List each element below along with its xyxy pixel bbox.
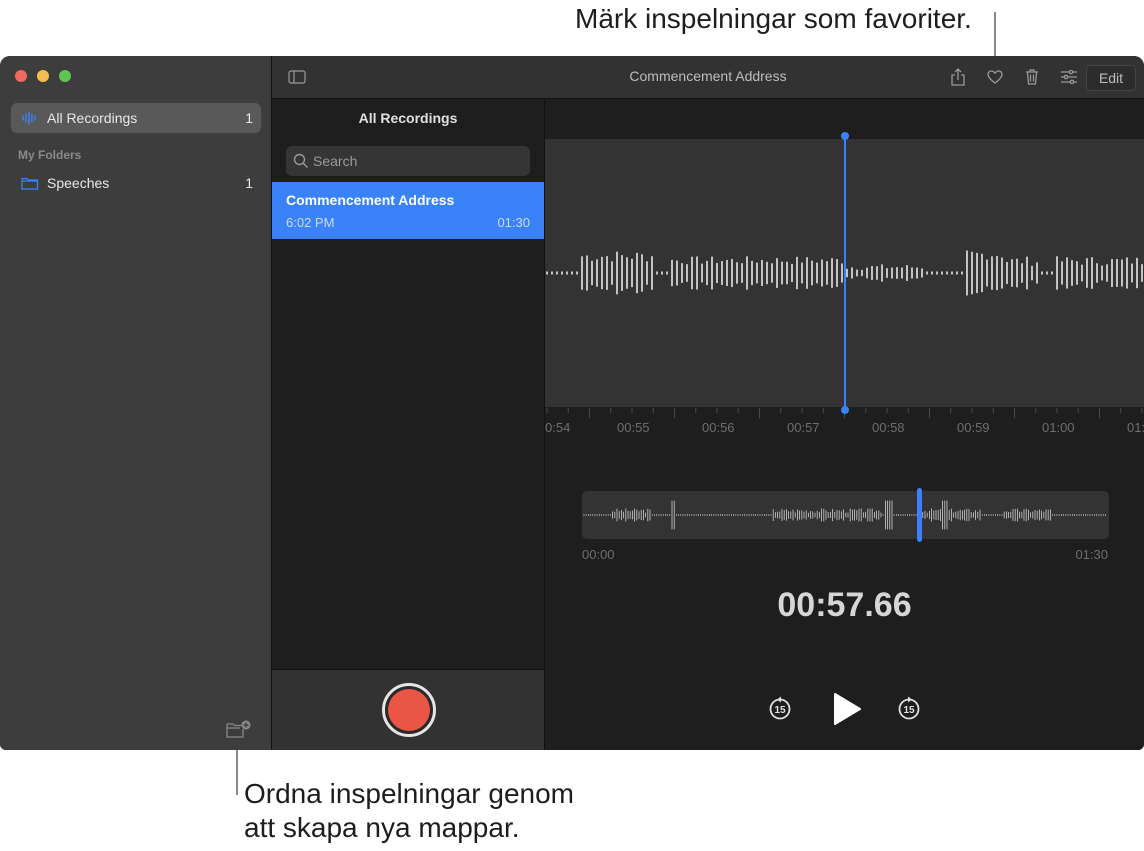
sliders-icon: [1061, 70, 1077, 84]
recordings-list: All Recordings Search Commencement Addre…: [272, 99, 545, 750]
search-icon: [293, 153, 308, 168]
sidebar-item-speeches[interactable]: Speeches 1: [11, 168, 261, 198]
tick-label: 00:57: [787, 420, 820, 435]
recording-name: Commencement Address: [286, 192, 455, 208]
svg-text:15: 15: [774, 705, 786, 716]
tick-label: 00:59: [957, 420, 990, 435]
list-title: All Recordings: [358, 110, 458, 126]
tick-label: 00:56: [702, 420, 735, 435]
my-folders-header: My Folders: [18, 148, 82, 162]
search-field[interactable]: Search: [286, 146, 530, 176]
callout-folders-line1: Ordna inspelningar genom: [244, 778, 574, 809]
callout-favorites: Märk inspelningar som favoriter.: [575, 3, 972, 34]
playhead-top-handle[interactable]: [841, 132, 849, 140]
record-footer: [272, 669, 544, 750]
overview-scrubber[interactable]: [582, 488, 1109, 542]
overview-start-time: 00:00: [582, 547, 615, 562]
toolbar: Commencement Address Edit: [272, 56, 1144, 99]
recording-time: 6:02 PM: [286, 215, 335, 230]
waveform-icon: [21, 111, 39, 125]
sidebar-item-all-recordings[interactable]: All Recordings 1: [11, 103, 261, 133]
overview-end-time: 01:30: [1075, 547, 1108, 562]
favorite-button[interactable]: [984, 66, 1006, 88]
share-button[interactable]: [947, 66, 969, 88]
tick-label: 00:58: [872, 420, 905, 435]
sidebar-item-count: 1: [245, 175, 253, 191]
overview-waveform: [583, 500, 1106, 530]
trash-icon: [1026, 69, 1038, 85]
tick-label: 00:55: [617, 420, 650, 435]
sidebar-item-label: All Recordings: [47, 110, 138, 126]
recording-row[interactable]: Commencement Address 6:02 PM 01:30: [272, 182, 544, 239]
play-icon: [834, 693, 861, 725]
svg-text:15: 15: [903, 705, 915, 716]
record-button[interactable]: [382, 683, 436, 737]
recording-detail: 0:54 00:55 00:56 00:57 00:58 00:59 01:00…: [545, 99, 1144, 750]
playhead-bottom-handle[interactable]: [841, 406, 849, 414]
sidebar-item-count: 1: [245, 110, 253, 126]
delete-button[interactable]: [1021, 66, 1043, 88]
folder-icon: [21, 176, 39, 190]
record-icon: [388, 689, 430, 731]
play-button[interactable]: [830, 691, 864, 727]
window-title: Commencement Address: [629, 68, 787, 84]
close-button[interactable]: [15, 70, 27, 82]
current-time: 00:57.66: [777, 586, 912, 624]
skip-back-15-icon: 15: [769, 696, 791, 720]
new-folder-icon: [226, 720, 251, 738]
skip-forward-button[interactable]: 15: [896, 696, 922, 722]
tick-label: 01:: [1127, 420, 1144, 435]
tick-label: 0:54: [545, 420, 571, 435]
voice-memos-window: All Recordings 1 My Folders Speeches 1 C…: [0, 56, 1144, 750]
search-placeholder: Search: [313, 153, 358, 169]
callout-folders-line2: att skapa nya mappar.: [244, 812, 520, 843]
skip-forward-15-icon: 15: [898, 696, 920, 720]
recording-duration: 01:30: [497, 215, 530, 230]
zoom-button[interactable]: [59, 70, 71, 82]
settings-button[interactable]: [1058, 66, 1080, 88]
edit-button[interactable]: Edit: [1086, 65, 1136, 91]
share-icon: [951, 68, 965, 86]
heart-icon: [987, 70, 1003, 84]
skip-back-button[interactable]: 15: [767, 696, 793, 722]
sidebar: All Recordings 1 My Folders Speeches 1: [0, 56, 272, 750]
playhead[interactable]: [841, 132, 849, 414]
callout-folders: Ordna inspelningar genom att skapa nya m…: [244, 777, 574, 845]
new-folder-button[interactable]: [226, 720, 252, 740]
minimize-button[interactable]: [37, 70, 49, 82]
sidebar-item-label: Speeches: [47, 175, 110, 191]
tick-label: 01:00: [1042, 420, 1075, 435]
overview-playhead[interactable]: [917, 488, 923, 542]
